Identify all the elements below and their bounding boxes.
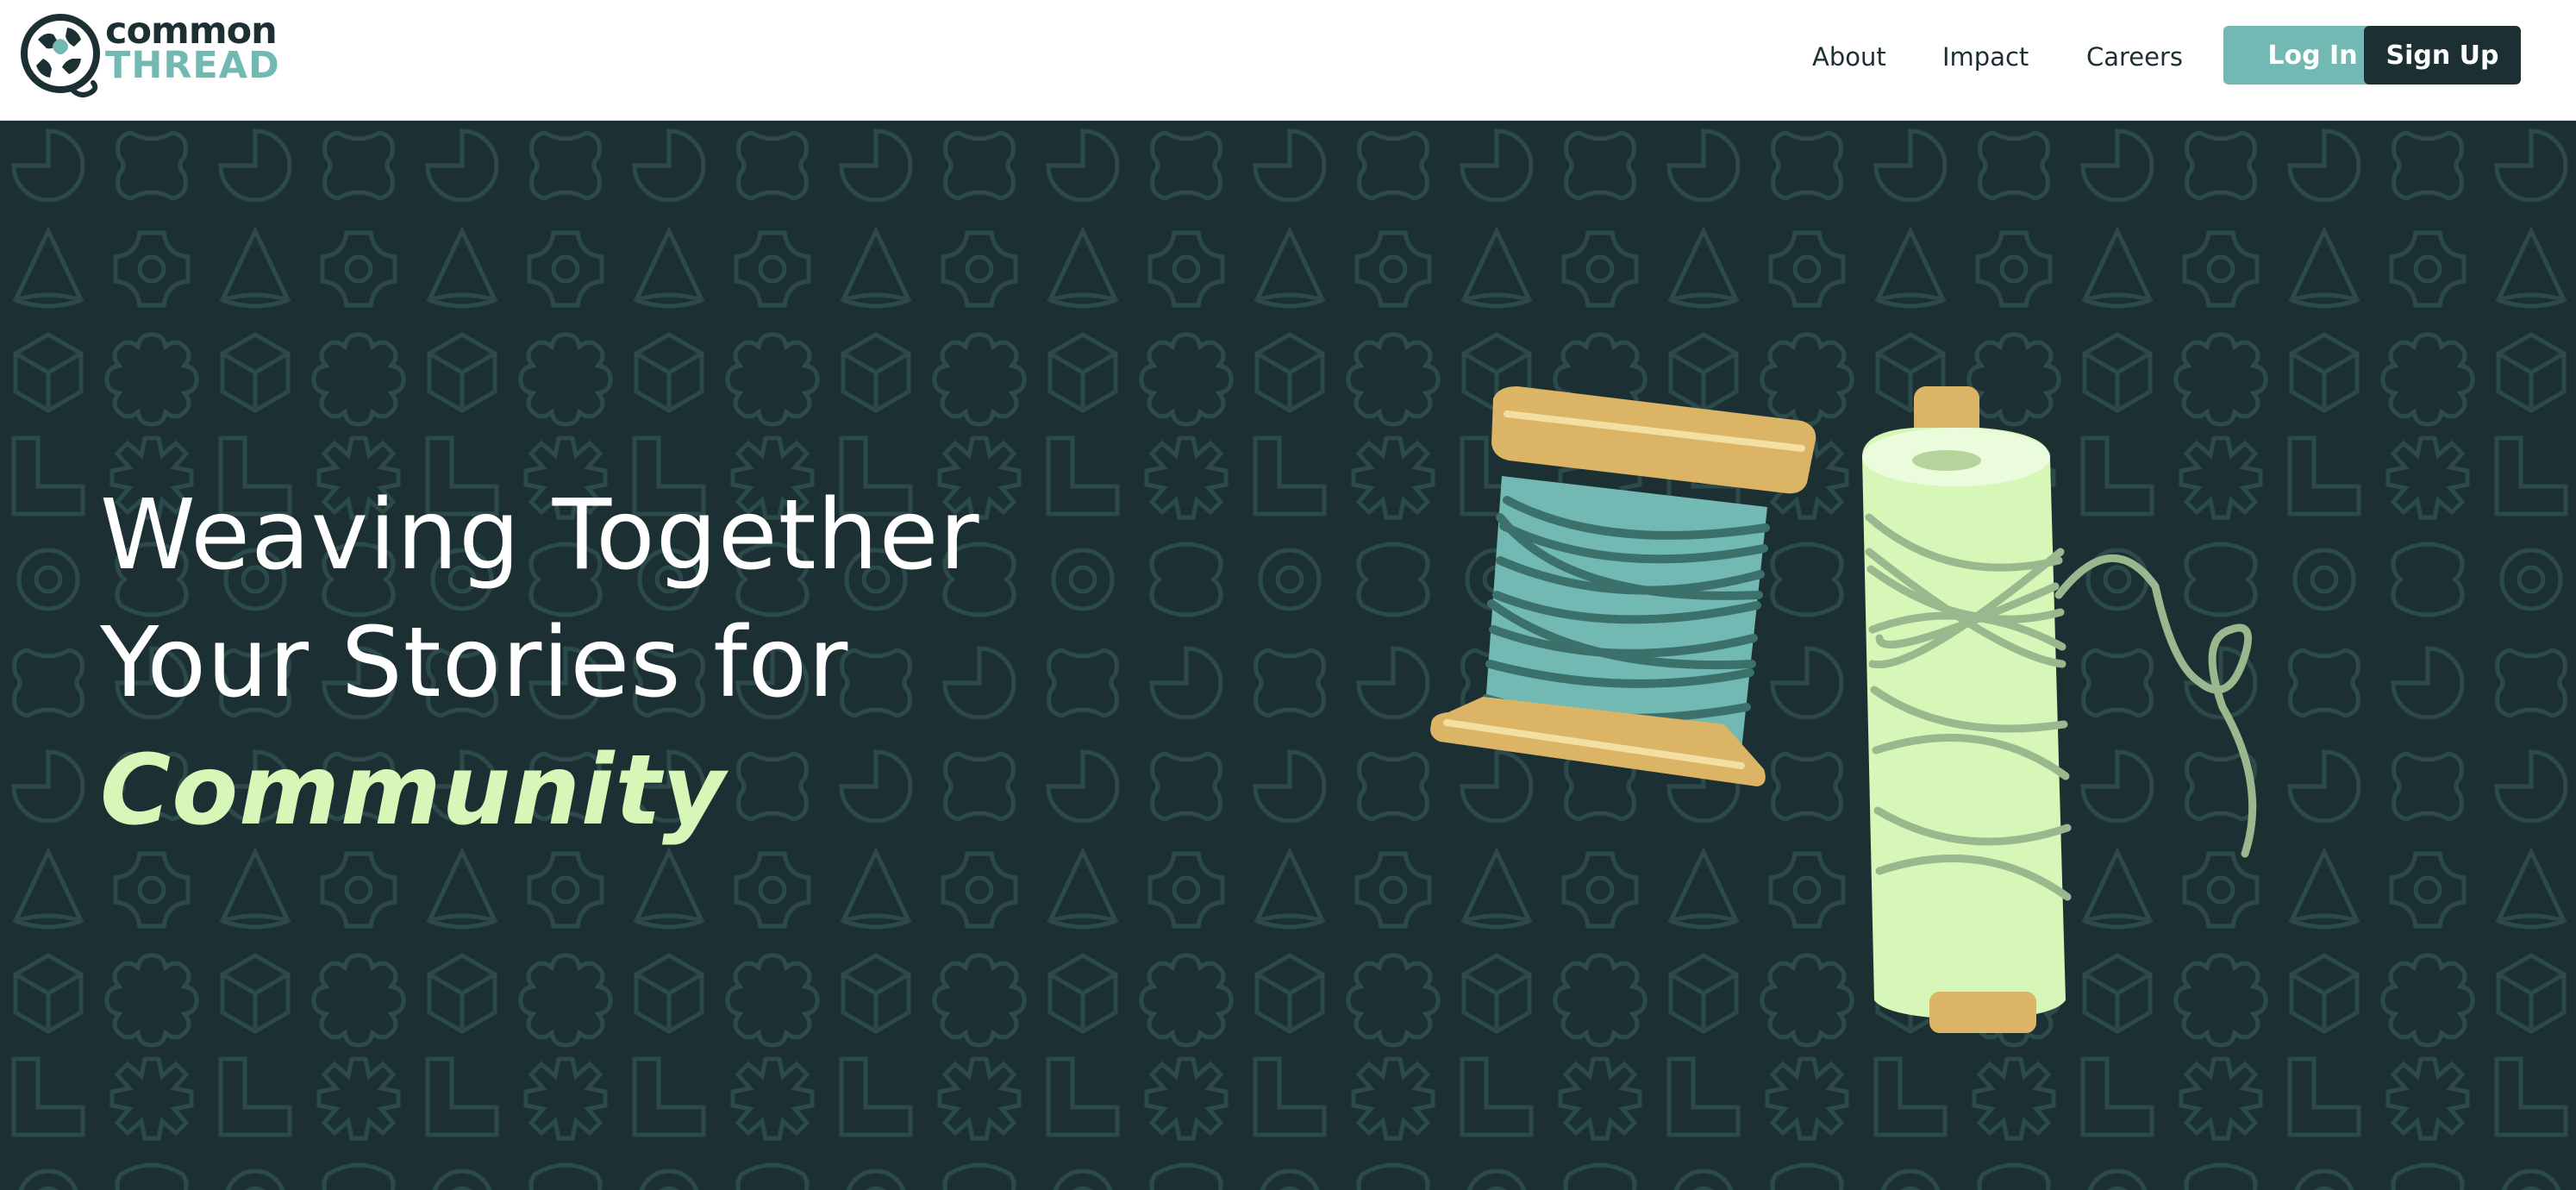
teal-spool: [1430, 386, 1816, 786]
hero-section: Weaving Together Your Stories for Commun…: [0, 121, 2576, 1190]
headline-line-2: Your Stories for: [100, 607, 849, 719]
headline-accent-word: Community: [100, 735, 726, 847]
signup-button[interactable]: Sign Up: [2364, 26, 2521, 85]
mint-spool: [1862, 386, 2257, 1033]
top-navbar: common THREAD About Impact Careers Log I…: [0, 0, 2576, 121]
hero-headline: Weaving Together Your Stories for Commun…: [100, 472, 980, 855]
headline-line-1: Weaving Together: [100, 479, 980, 592]
main-nav: About Impact Careers Log In Sign Up: [0, 26, 2576, 86]
nav-link-careers[interactable]: Careers: [2086, 41, 2183, 72]
nav-link-impact[interactable]: Impact: [1942, 41, 2029, 72]
nav-link-about[interactable]: About: [1812, 41, 1886, 72]
thread-spools-illustration: [1430, 386, 2257, 1033]
